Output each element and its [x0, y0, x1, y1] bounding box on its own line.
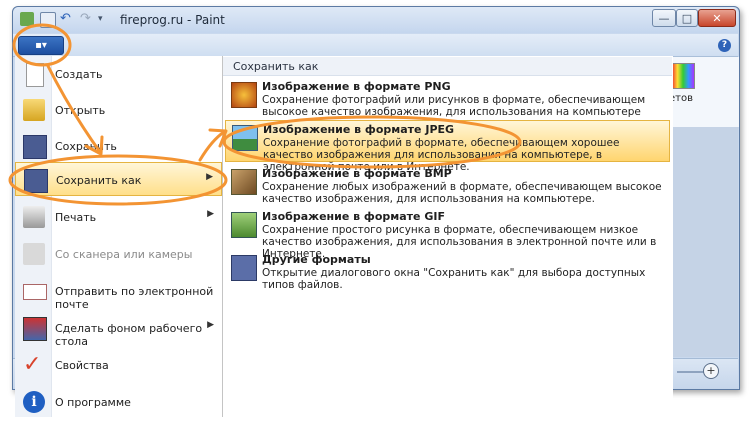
- submenu-arrow-icon: ▶: [207, 209, 214, 219]
- customize-toolbar-icon[interactable]: ▾: [98, 12, 112, 26]
- menu-item-label: Сохранить как: [56, 174, 142, 187]
- menu-item-properties[interactable]: ✓ Свойства: [15, 348, 222, 384]
- save-as-bmp[interactable]: Изображение в формате BMP Сохранение люб…: [225, 165, 670, 205]
- zoom-in-icon[interactable]: +: [703, 363, 719, 379]
- save-as-jpeg[interactable]: Изображение в формате JPEG Сохранение фо…: [225, 120, 670, 173]
- save-disk-icon: [23, 135, 47, 159]
- info-icon: i: [23, 391, 45, 413]
- window-title: fireprog.ru - Paint: [120, 13, 225, 27]
- edit-colors-icon[interactable]: [671, 63, 695, 89]
- scanner-icon: [23, 243, 45, 265]
- redo-icon[interactable]: ↷: [80, 12, 94, 26]
- zoom-slider[interactable]: [677, 371, 705, 373]
- menu-item-save-as[interactable]: Сохранить как ▶: [15, 162, 222, 196]
- save-as-gif-title: Изображение в формате GIF: [262, 210, 445, 223]
- menu-item-email[interactable]: Отправить по электронной почте: [15, 274, 222, 311]
- menu-item-label: Открыть: [55, 104, 106, 117]
- menu-item-label: Создать: [55, 68, 103, 81]
- menu-item-scanner: Со сканера или камеры: [15, 237, 222, 273]
- save-as-png[interactable]: Изображение в формате PNG Сохранение фот…: [225, 78, 670, 130]
- minimize-button[interactable]: —: [652, 9, 676, 27]
- menu-item-label: Свойства: [55, 359, 109, 372]
- save-quick-icon[interactable]: [40, 12, 56, 28]
- save-as-gif[interactable]: Изображение в формате GIF Сохранение про…: [225, 208, 670, 260]
- paint-menu-button[interactable]: ▪▾: [18, 36, 64, 55]
- checkmark-icon: ✓: [23, 352, 42, 377]
- desktop-icon: [23, 317, 47, 341]
- help-icon[interactable]: ?: [718, 39, 731, 52]
- menu-item-save[interactable]: Сохранить: [15, 129, 222, 165]
- paint-app-icon: [20, 12, 34, 26]
- submenu-arrow-icon: ▶: [206, 172, 213, 182]
- jpeg-image-icon: [232, 125, 258, 151]
- save-as-other-formats[interactable]: Другие форматы Открытие диалогового окна…: [225, 251, 670, 291]
- menu-item-new[interactable]: Создать: [15, 57, 222, 93]
- save-as-icon: [24, 169, 48, 193]
- save-as-png-title: Изображение в формате PNG: [262, 80, 451, 93]
- menu-item-label: Со сканера или камеры: [55, 248, 193, 261]
- submenu-header-text: Сохранить как: [233, 60, 319, 73]
- undo-icon[interactable]: ↶: [60, 12, 74, 26]
- png-image-icon: [231, 82, 257, 108]
- submenu-arrow-icon: ▶: [207, 320, 214, 330]
- ribbon-tab-bar: [13, 34, 738, 57]
- maximize-button[interactable]: □: [676, 9, 698, 27]
- email-icon: [23, 284, 47, 300]
- menu-item-desktop-background[interactable]: Сделать фоном рабочего стола ▶: [15, 311, 222, 348]
- menu-item-open[interactable]: Открыть: [15, 93, 222, 129]
- save-as-other-description: Открытие диалогового окна "Сохранить как…: [262, 267, 646, 291]
- save-as-bmp-title: Изображение в формате BMP: [262, 167, 452, 180]
- save-as-other-title: Другие форматы: [262, 253, 371, 266]
- close-button[interactable]: ✕: [698, 9, 736, 27]
- submenu-header: Сохранить как: [223, 57, 672, 76]
- save-as-jpeg-title: Изображение в формате JPEG: [263, 123, 455, 136]
- menu-item-label: О программе: [55, 396, 131, 409]
- menu-item-about[interactable]: i О программе: [15, 385, 222, 421]
- menu-item-label: Печать: [55, 211, 97, 224]
- printer-icon: [23, 206, 45, 228]
- gif-image-icon: [231, 212, 257, 238]
- other-formats-icon: [231, 255, 257, 281]
- menu-item-label: Сделать фоном рабочего стола: [55, 322, 203, 348]
- open-folder-icon: [23, 99, 45, 121]
- bmp-image-icon: [231, 169, 257, 195]
- menu-item-print[interactable]: Печать ▶: [15, 200, 222, 236]
- menu-item-label: Сохранить: [55, 140, 117, 153]
- save-as-bmp-description: Сохранение любых изображений в формате, …: [262, 181, 662, 205]
- menu-item-label: Отправить по электронной почте: [55, 285, 214, 311]
- new-file-icon: [26, 63, 44, 87]
